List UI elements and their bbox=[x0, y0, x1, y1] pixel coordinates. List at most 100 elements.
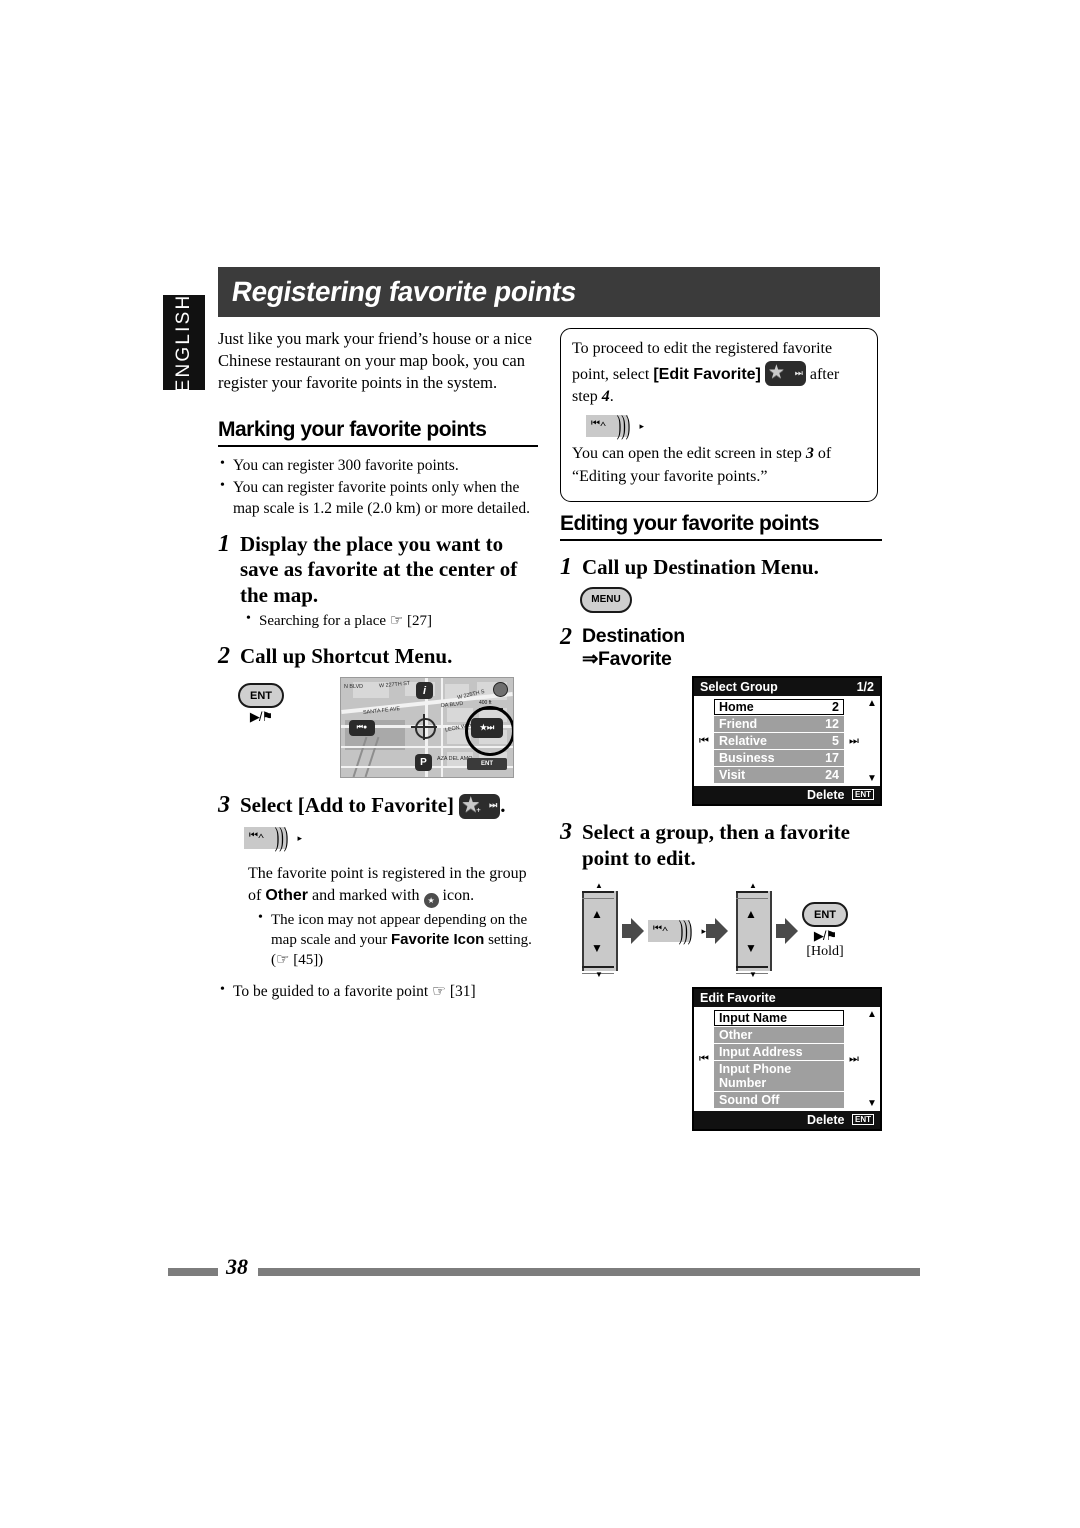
step-number: 2 bbox=[218, 642, 230, 669]
scroll-up-icon[interactable]: ▲ bbox=[867, 1009, 877, 1020]
screen-page-indicator: 1/2 bbox=[856, 680, 874, 695]
row-value: 17 bbox=[825, 751, 839, 766]
info-icon[interactable]: i bbox=[416, 682, 433, 700]
press-arc-glyph: ))) bbox=[616, 410, 631, 441]
next-group-key[interactable]: ⏭ bbox=[844, 696, 864, 786]
result-text-b: and marked with bbox=[312, 886, 420, 904]
row-label: Friend bbox=[719, 717, 758, 732]
add-to-favorite-icon[interactable]: ★ + ⏭ bbox=[459, 794, 501, 820]
jog-dial-1[interactable]: ▲ ▼ ▲ ▼ bbox=[578, 881, 618, 980]
jog-tick-down: ▼ bbox=[749, 970, 757, 980]
press-wheel-glyph: ⏮∧ bbox=[249, 830, 265, 842]
jog-tick-up: ▲ bbox=[595, 881, 603, 891]
intro-paragraph: Just like you mark your friend’s house o… bbox=[218, 329, 532, 392]
scroll-down-icon[interactable]: ▼ bbox=[867, 1098, 877, 1109]
note-line-1: To proceed to edit the registered favori… bbox=[572, 338, 866, 409]
marking-heading: Marking your favorite points bbox=[218, 418, 538, 447]
subbullet-bold: Favorite Icon bbox=[390, 930, 485, 948]
edit-favorite-label: [Edit Favorite] bbox=[653, 365, 761, 383]
note-press-wheel-figure[interactable]: ⏮∧ ))) ▸ bbox=[586, 411, 866, 439]
table-row[interactable]: Other bbox=[714, 1027, 844, 1044]
row-label: Business bbox=[719, 751, 775, 766]
press-arc-glyph: ))) bbox=[274, 822, 289, 853]
screen-footer-bar: Delete ENT bbox=[694, 1111, 880, 1130]
parking-icon[interactable]: P bbox=[415, 754, 432, 772]
step-text-tail: . bbox=[500, 793, 506, 818]
screen-footer-bar: Delete ENT bbox=[694, 786, 880, 805]
editing-section: Editing your favorite points 1 Call up D… bbox=[560, 512, 882, 1132]
footer-ent-key[interactable]: ENT bbox=[852, 789, 874, 801]
list-item: You can register 300 favorite points. bbox=[218, 455, 538, 477]
delete-label[interactable]: Delete bbox=[807, 788, 845, 802]
row-label: Other bbox=[719, 1028, 753, 1043]
ent-button-sublabel: ▶/⚑ bbox=[249, 709, 273, 725]
list-item: You can register favorite points only wh… bbox=[218, 477, 538, 520]
step-number: 1 bbox=[560, 554, 572, 580]
ent-button[interactable]: ENT bbox=[802, 902, 848, 928]
left-column: Just like you mark your friend’s house o… bbox=[218, 328, 538, 1004]
step-text: Call up Shortcut Menu. bbox=[240, 643, 453, 668]
press-wheel-icon[interactable]: ⏮∧ ))) ▸ bbox=[648, 916, 706, 944]
footer-ent-key[interactable]: ENT bbox=[852, 1114, 874, 1126]
section-banner: Registering favorite points bbox=[218, 267, 880, 317]
result-text-c: icon. bbox=[442, 886, 475, 904]
delete-label[interactable]: Delete bbox=[807, 1113, 845, 1127]
table-row[interactable]: Friend 12 bbox=[714, 716, 844, 733]
press-wheel-glyph: ⏮∧ bbox=[653, 923, 669, 935]
press-dot-glyph: ▸ bbox=[297, 833, 302, 844]
jog-tick-down: ▼ bbox=[595, 970, 603, 980]
prev-icon[interactable]: ⏮● bbox=[349, 720, 375, 737]
jog-up-arrow: ▲ bbox=[591, 907, 603, 922]
prev-item-key[interactable]: ⏮ bbox=[694, 1007, 714, 1111]
scroll-up-icon[interactable]: ▲ bbox=[867, 698, 877, 709]
press-wheel-figure[interactable]: ⏮∧ ))) ▸ bbox=[244, 823, 538, 851]
jog-down-arrow: ▼ bbox=[745, 941, 757, 956]
menu-button-group[interactable]: MENU bbox=[580, 586, 882, 613]
ent-button[interactable]: ENT bbox=[238, 683, 284, 709]
table-row[interactable]: Visit 24 bbox=[714, 767, 844, 784]
table-row[interactable]: Input Address bbox=[714, 1044, 844, 1061]
next-item-key[interactable]: ⏭ bbox=[844, 1007, 864, 1111]
step-number: 3 bbox=[218, 792, 230, 819]
list-item: To be guided to a favorite point ☞ [31] bbox=[218, 981, 538, 1003]
press-wheel-icon[interactable]: ⏮∧ ))) ▸ bbox=[244, 823, 302, 851]
row-value: 12 bbox=[825, 717, 839, 732]
flow-arrow bbox=[622, 918, 644, 945]
press-wheel-icon[interactable]: ⏮∧ ))) ▸ bbox=[586, 411, 644, 439]
editing-step-2: 2 Destination ⇒Favorite bbox=[560, 625, 882, 673]
map-ent-icon[interactable]: ENT bbox=[467, 758, 507, 771]
screen-title: Edit Favorite bbox=[700, 991, 776, 1006]
table-row[interactable]: Sound Off bbox=[714, 1092, 844, 1109]
row-label: Input Address bbox=[719, 1045, 803, 1060]
menu-button[interactable]: MENU bbox=[580, 586, 632, 613]
screen-scroll-arrows[interactable]: ▲ ▼ bbox=[864, 1007, 880, 1111]
manual-page: ENGLISH Registering favorite points Just… bbox=[0, 0, 1080, 1528]
list-item: Searching for a place ☞ [27] bbox=[244, 610, 538, 631]
scroll-down-icon[interactable]: ▼ bbox=[867, 773, 877, 784]
ent-button-group[interactable]: ENT ▶/⚑ bbox=[238, 683, 284, 725]
edit-favorite-icon[interactable]: ★ ⏭ bbox=[764, 360, 806, 386]
step-text: Select a group, then a favorite point to… bbox=[582, 820, 850, 870]
note-text-c: . bbox=[609, 388, 614, 406]
step1-subbullets: Searching for a place ☞ [27] bbox=[244, 610, 538, 631]
table-row[interactable]: Input Name bbox=[714, 1010, 844, 1027]
jog-dial-2[interactable]: ▲ ▼ ▲ ▼ bbox=[732, 881, 772, 980]
table-row[interactable]: Input Phone Number bbox=[714, 1061, 844, 1092]
marking-step-3: 3 Select [Add to Favorite] ★ + ⏭ . bbox=[218, 792, 538, 820]
step-text: Select [Add to Favorite] bbox=[240, 793, 455, 818]
table-row[interactable]: Relative 5 bbox=[714, 733, 844, 750]
ent-hold-group[interactable]: ENT ▶/⚑ [Hold] bbox=[802, 902, 848, 960]
table-row[interactable]: Business 17 bbox=[714, 750, 844, 767]
page-title: Registering favorite points bbox=[229, 276, 579, 307]
screen-scroll-arrows[interactable]: ▲ ▼ bbox=[864, 696, 880, 786]
table-row[interactable]: Home 2 bbox=[714, 699, 844, 716]
note2-step-number: 3 bbox=[805, 445, 814, 463]
star-glyph: ★ bbox=[767, 361, 785, 383]
next-track-glyph: ⏭ bbox=[794, 367, 803, 378]
step2-figure: ENT ▶/⚑ N BLVD W 227TH ST SANTA FE AVE D… bbox=[218, 677, 538, 787]
footer-bar-right bbox=[258, 1268, 920, 1276]
press-arc-glyph: ))) bbox=[678, 915, 693, 946]
map-screenshot: N BLVD W 227TH ST SANTA FE AVE DA BLVD W… bbox=[340, 677, 514, 779]
step-number: 1 bbox=[218, 530, 230, 557]
prev-group-key[interactable]: ⏮ bbox=[694, 696, 714, 786]
